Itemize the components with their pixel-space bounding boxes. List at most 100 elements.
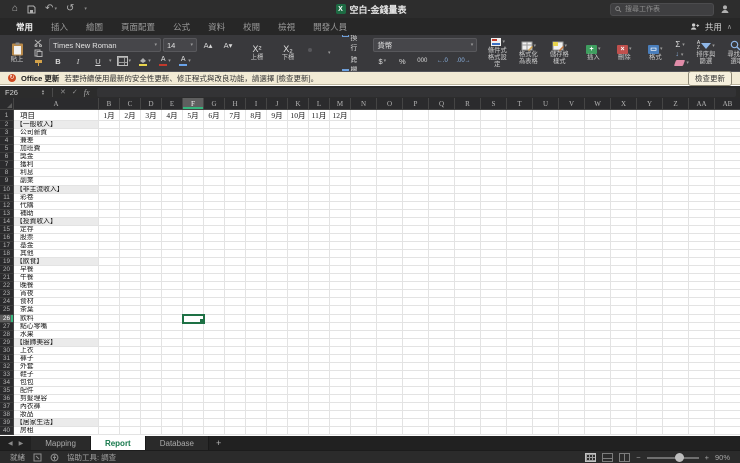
cell-B22[interactable] <box>99 282 120 291</box>
cell-D37[interactable] <box>141 403 162 412</box>
cell-S11[interactable] <box>481 193 507 202</box>
cell-Y10[interactable] <box>637 185 663 194</box>
cell-I32[interactable] <box>246 362 267 371</box>
cell-J25[interactable] <box>267 306 288 315</box>
cell-C27[interactable] <box>120 322 141 331</box>
cell-Z24[interactable] <box>663 298 689 307</box>
column-header-L[interactable]: L <box>309 98 330 110</box>
cell-L40[interactable] <box>309 427 330 436</box>
cell-F24[interactable] <box>183 298 204 307</box>
cell-N28[interactable] <box>351 330 377 339</box>
cell-X39[interactable] <box>611 419 637 428</box>
row-header-28[interactable]: 28 <box>0 330 14 339</box>
cell-K29[interactable] <box>288 338 309 347</box>
cell-R26[interactable] <box>455 314 481 323</box>
cell-X7[interactable] <box>611 161 637 170</box>
cell-A31[interactable]: 褲子 <box>14 354 99 363</box>
save-icon[interactable] <box>27 5 36 14</box>
cell-X40[interactable] <box>611 427 637 436</box>
cell-T8[interactable] <box>507 169 533 178</box>
cell-G12[interactable] <box>204 201 225 210</box>
cell-X32[interactable] <box>611 362 637 371</box>
cell-G29[interactable] <box>204 338 225 347</box>
cell-U34[interactable] <box>533 379 559 388</box>
ribbon-tab-繪圖[interactable]: 繪圖 <box>78 19 111 35</box>
cell-M3[interactable] <box>330 129 351 138</box>
cut-icon[interactable] <box>34 39 43 47</box>
cell-Z10[interactable] <box>663 185 689 194</box>
cell-B36[interactable] <box>99 395 120 404</box>
cell-C11[interactable] <box>120 193 141 202</box>
cell-P32[interactable] <box>403 362 429 371</box>
cell-Z3[interactable] <box>663 129 689 138</box>
page-layout-view-icon[interactable] <box>602 453 614 462</box>
cell-AA32[interactable] <box>689 362 715 371</box>
cell-P6[interactable] <box>403 153 429 162</box>
cell-C39[interactable] <box>120 419 141 428</box>
cell-O37[interactable] <box>377 403 403 412</box>
cell-AA6[interactable] <box>689 153 715 162</box>
cell-J13[interactable] <box>267 209 288 218</box>
cell-H16[interactable] <box>225 233 246 242</box>
cell-L26[interactable] <box>309 314 330 323</box>
cell-R6[interactable] <box>455 153 481 162</box>
cell-AA23[interactable] <box>689 290 715 299</box>
cell-E35[interactable] <box>162 387 183 396</box>
cell-C12[interactable] <box>120 201 141 210</box>
cell-L10[interactable] <box>309 185 330 194</box>
cell-Y1[interactable] <box>637 110 663 121</box>
cell-W22[interactable] <box>585 282 611 291</box>
cell-W24[interactable] <box>585 298 611 307</box>
grow-font-button[interactable]: A▴ <box>199 38 217 52</box>
cell-L23[interactable] <box>309 290 330 299</box>
cell-A19[interactable]: 【飲食】 <box>14 258 99 267</box>
cell-S6[interactable] <box>481 153 507 162</box>
cell-B31[interactable] <box>99 354 120 363</box>
cell-M4[interactable] <box>330 137 351 146</box>
cell-H14[interactable] <box>225 217 246 226</box>
cell-E32[interactable] <box>162 362 183 371</box>
cell-K32[interactable] <box>288 362 309 371</box>
cell-J38[interactable] <box>267 411 288 420</box>
cell-D3[interactable] <box>141 129 162 138</box>
cell-T9[interactable] <box>507 177 533 186</box>
cell-N4[interactable] <box>351 137 377 146</box>
cell-N18[interactable] <box>351 250 377 259</box>
cell-Q31[interactable] <box>429 354 455 363</box>
cell-Z33[interactable] <box>663 370 689 379</box>
cell-X11[interactable] <box>611 193 637 202</box>
cell-C17[interactable] <box>120 241 141 250</box>
row-header-24[interactable]: 24 <box>0 298 14 307</box>
cell-J37[interactable] <box>267 403 288 412</box>
bold-button[interactable]: B <box>49 54 67 68</box>
cell-J8[interactable] <box>267 169 288 178</box>
cell-C23[interactable] <box>120 290 141 299</box>
cell-A23[interactable]: 宵夜 <box>14 290 99 299</box>
cell-Y3[interactable] <box>637 129 663 138</box>
cell-J36[interactable] <box>267 395 288 404</box>
cell-I23[interactable] <box>246 290 267 299</box>
cell-P9[interactable] <box>403 177 429 186</box>
cell-R27[interactable] <box>455 322 481 331</box>
cell-K33[interactable] <box>288 370 309 379</box>
column-header-H[interactable]: H <box>225 98 246 110</box>
cell-AB25[interactable] <box>715 306 740 315</box>
cell-AB9[interactable] <box>715 177 740 186</box>
cell-X10[interactable] <box>611 185 637 194</box>
cell-P21[interactable] <box>403 274 429 283</box>
cell-A7[interactable]: 獲利 <box>14 161 99 170</box>
cell-AA20[interactable] <box>689 266 715 275</box>
cell-Z40[interactable] <box>663 427 689 436</box>
cell-S3[interactable] <box>481 129 507 138</box>
cell-D39[interactable] <box>141 419 162 428</box>
fill-button[interactable]: ↓ ▾ <box>675 51 689 58</box>
cell-N16[interactable] <box>351 233 377 242</box>
cell-K1[interactable]: 10月 <box>288 110 309 121</box>
cell-N23[interactable] <box>351 290 377 299</box>
cell-I35[interactable] <box>246 387 267 396</box>
cell-P40[interactable] <box>403 427 429 436</box>
copy-icon[interactable] <box>34 49 43 57</box>
cell-U26[interactable] <box>533 314 559 323</box>
cell-P15[interactable] <box>403 225 429 234</box>
cell-Q29[interactable] <box>429 338 455 347</box>
